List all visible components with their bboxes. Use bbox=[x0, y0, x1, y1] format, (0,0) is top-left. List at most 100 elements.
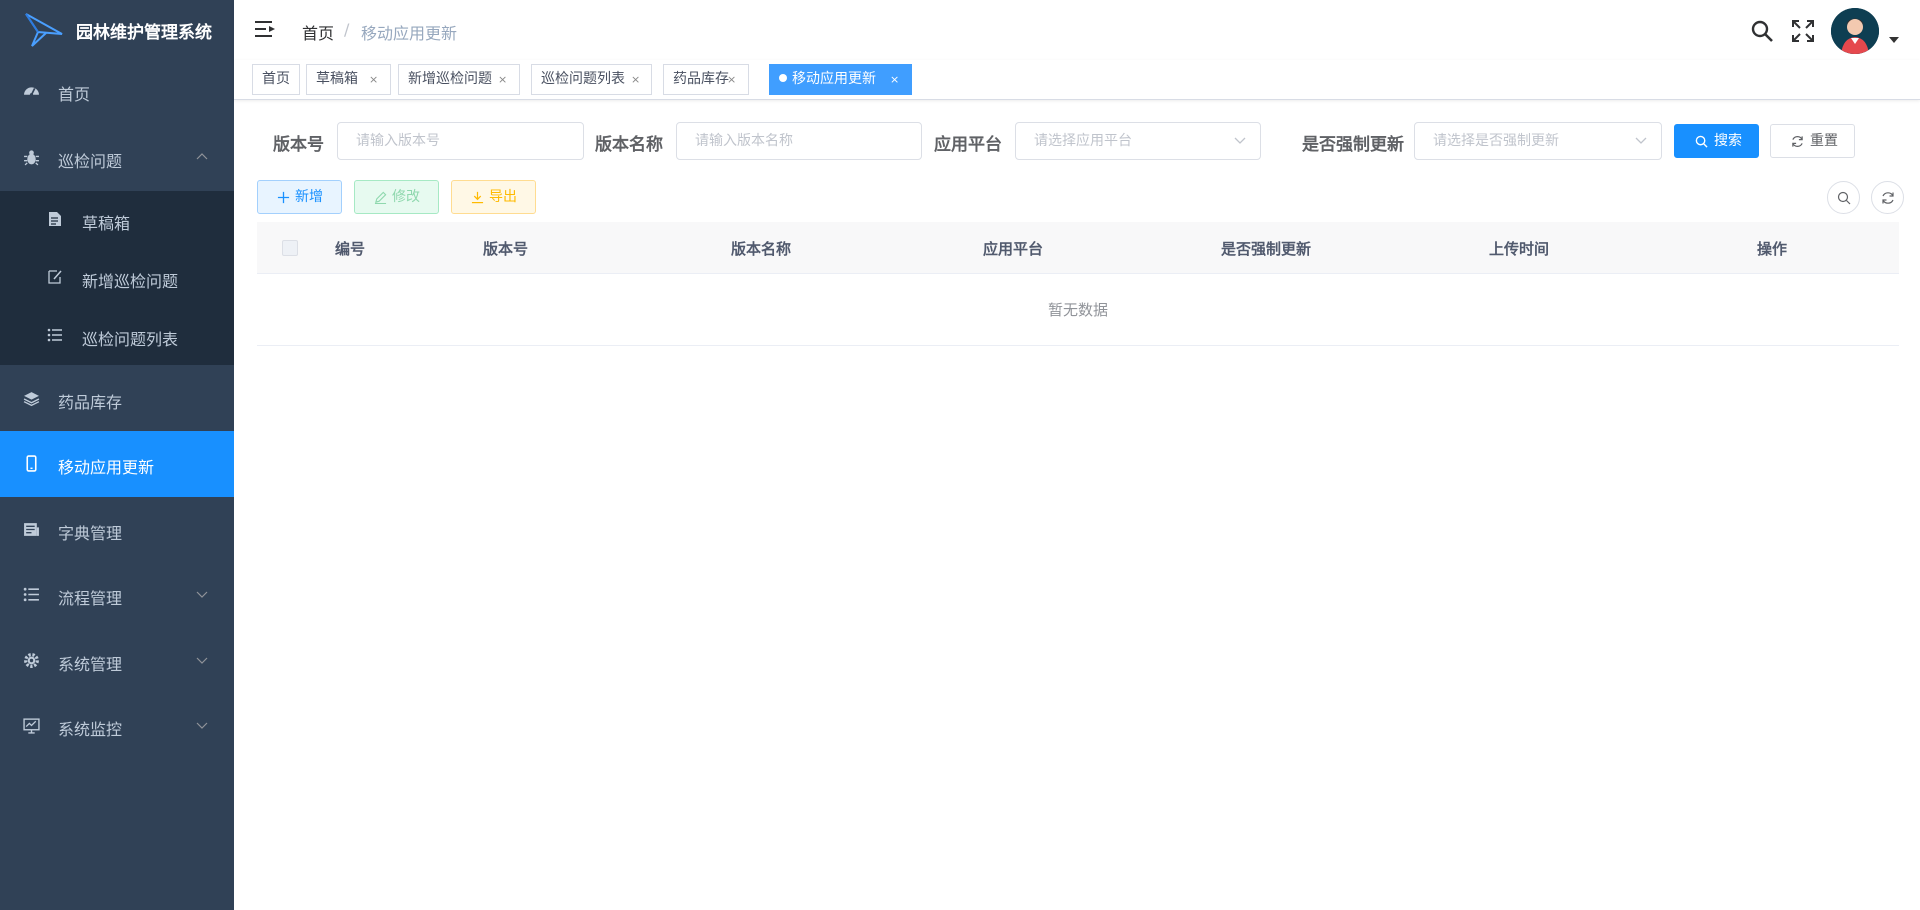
document-icon bbox=[49, 212, 61, 226]
chevron-down-icon bbox=[1234, 137, 1246, 144]
tag-label: 草稿箱 bbox=[316, 71, 358, 87]
close-icon[interactable]: × bbox=[890, 65, 899, 94]
sidebar-item-label: 流程管理 bbox=[58, 589, 123, 608]
sidebar-item-medicine-stock[interactable]: 药品库存 bbox=[0, 366, 234, 432]
input-placeholder: 请选择应用平台 bbox=[1034, 133, 1132, 149]
column-header-version-no[interactable]: 版本号 bbox=[483, 238, 528, 259]
close-icon[interactable]: × bbox=[498, 65, 507, 94]
column-header-actions[interactable]: 操作 bbox=[1757, 238, 1787, 259]
sidebar-item-drafts[interactable]: 草稿箱 bbox=[0, 191, 234, 249]
export-button-label: 导出 bbox=[489, 189, 517, 205]
chevron-down-icon bbox=[196, 591, 208, 598]
tag-label: 新增巡检问题 bbox=[408, 71, 492, 87]
sidebar-item-label: 移动应用更新 bbox=[58, 458, 155, 477]
select-all-checkbox[interactable] bbox=[282, 240, 298, 256]
version-name-input[interactable]: 请输入版本名称 bbox=[676, 122, 922, 160]
chevron-down-icon bbox=[196, 722, 208, 729]
search-icon bbox=[1695, 135, 1708, 148]
caret-down-icon[interactable] bbox=[1889, 37, 1899, 43]
input-placeholder: 请输入版本号 bbox=[356, 133, 440, 149]
download-icon bbox=[471, 191, 484, 204]
chevron-up-icon bbox=[196, 153, 208, 160]
sidebar-item-process[interactable]: 流程管理 bbox=[0, 562, 234, 628]
tag-label: 药品库存 bbox=[673, 71, 729, 87]
tag-label: 移动应用更新 bbox=[792, 71, 876, 87]
close-icon[interactable]: × bbox=[727, 65, 736, 94]
refresh-icon bbox=[1792, 136, 1803, 147]
column-header-version-name[interactable]: 版本名称 bbox=[731, 238, 791, 259]
active-dot-icon bbox=[779, 74, 787, 82]
chevron-down-icon bbox=[1635, 137, 1647, 144]
app-title: 园林维护管理系统 bbox=[76, 23, 212, 43]
sidebar-item-inspection-list[interactable]: 巡检问题列表 bbox=[0, 307, 234, 365]
phone-icon bbox=[26, 455, 37, 472]
tag-new-inspection[interactable]: 新增巡检问题 × bbox=[398, 64, 520, 95]
tag-inspection-list[interactable]: 巡检问题列表 × bbox=[531, 64, 652, 95]
search-button[interactable]: 搜索 bbox=[1674, 124, 1759, 158]
column-header-force-update[interactable]: 是否强制更新 bbox=[1221, 238, 1311, 259]
tag-home[interactable]: 首页 bbox=[252, 64, 300, 95]
refresh-table-button[interactable] bbox=[1871, 181, 1904, 214]
sidebar-item-label: 字典管理 bbox=[58, 524, 123, 543]
tag-app-update[interactable]: 移动应用更新 × bbox=[769, 64, 912, 95]
app-root: 园林维护管理系统 首页 巡检问题 草稿箱 新增巡检问题 巡检问题列表 药品库存 … bbox=[0, 0, 1920, 910]
avatar[interactable] bbox=[1831, 8, 1879, 54]
sidebar-item-home[interactable]: 首页 bbox=[0, 58, 234, 124]
close-icon[interactable]: × bbox=[369, 65, 378, 94]
tags-view: 首页 草稿箱 × 新增巡检问题 × 巡检问题列表 × 药品库存 × 移动应用更新… bbox=[234, 60, 1920, 100]
breadcrumb-separator: / bbox=[344, 20, 350, 39]
tag-drafts[interactable]: 草稿箱 × bbox=[306, 64, 391, 95]
sidebar-item-label: 药品库存 bbox=[58, 393, 123, 412]
tag-label: 巡检问题列表 bbox=[541, 71, 625, 87]
add-button[interactable]: 新增 bbox=[257, 180, 342, 214]
dictionary-icon bbox=[24, 523, 39, 536]
input-placeholder: 请输入版本名称 bbox=[695, 133, 793, 149]
edit-button[interactable]: 修改 bbox=[354, 180, 439, 214]
logo[interactable]: 园林维护管理系统 bbox=[0, 0, 234, 60]
logo-icon bbox=[25, 13, 63, 47]
breadcrumb-home[interactable]: 首页 bbox=[302, 20, 334, 44]
column-header-id[interactable]: 编号 bbox=[335, 238, 365, 259]
menu-toggle-icon[interactable] bbox=[254, 19, 276, 39]
sidebar-item-label: 巡检问题 bbox=[58, 152, 123, 171]
sidebar-item-label: 草稿箱 bbox=[82, 214, 131, 233]
platform-select[interactable]: 请选择应用平台 bbox=[1015, 122, 1261, 160]
sidebar-item-inspection[interactable]: 巡检问题 bbox=[0, 125, 234, 191]
search-button-label: 搜索 bbox=[1714, 133, 1742, 149]
list-icon bbox=[47, 328, 62, 342]
monitor-icon bbox=[23, 718, 40, 734]
search-icon[interactable] bbox=[1750, 19, 1774, 43]
sidebar-item-label: 巡检问题列表 bbox=[82, 330, 179, 349]
sidebar: 园林维护管理系统 首页 巡检问题 草稿箱 新增巡检问题 巡检问题列表 药品库存 … bbox=[0, 0, 234, 910]
force-update-label: 是否强制更新 bbox=[1302, 135, 1404, 155]
force-update-select[interactable]: 请选择是否强制更新 bbox=[1414, 122, 1662, 160]
sidebar-item-new-inspection[interactable]: 新增巡检问题 bbox=[0, 249, 234, 307]
sidebar-item-monitor[interactable]: 系统监控 bbox=[0, 693, 234, 759]
sidebar-item-system[interactable]: 系统管理 bbox=[0, 628, 234, 694]
refresh-icon bbox=[1882, 192, 1894, 204]
add-button-label: 新增 bbox=[295, 189, 323, 205]
plus-icon bbox=[277, 191, 290, 204]
export-button[interactable]: 导出 bbox=[451, 180, 536, 214]
list-icon bbox=[23, 587, 39, 602]
gear-icon bbox=[24, 653, 39, 668]
breadcrumb-current: 移动应用更新 bbox=[361, 24, 458, 43]
data-table: 编号 版本号 版本名称 应用平台 是否强制更新 上传时间 操作 暂无数据 bbox=[257, 222, 1899, 346]
submenu-inspection: 草稿箱 新增巡检问题 巡检问题列表 bbox=[0, 191, 234, 365]
column-header-platform[interactable]: 应用平台 bbox=[983, 238, 1043, 259]
tag-medicine-stock[interactable]: 药品库存 × bbox=[663, 64, 749, 95]
column-header-upload-time[interactable]: 上传时间 bbox=[1489, 238, 1549, 259]
version-no-input[interactable]: 请输入版本号 bbox=[337, 122, 584, 160]
toggle-search-button[interactable] bbox=[1827, 181, 1860, 214]
edit-icon bbox=[48, 270, 62, 284]
input-placeholder: 请选择是否强制更新 bbox=[1433, 133, 1559, 149]
chevron-down-icon bbox=[196, 657, 208, 664]
reset-button[interactable]: 重置 bbox=[1770, 124, 1855, 158]
sidebar-item-app-update[interactable]: 移动应用更新 bbox=[0, 431, 234, 497]
fullscreen-icon[interactable] bbox=[1791, 19, 1815, 43]
edit-icon bbox=[374, 191, 387, 204]
sidebar-item-label: 系统管理 bbox=[58, 655, 123, 674]
close-icon[interactable]: × bbox=[631, 65, 640, 94]
sidebar-item-dictionary[interactable]: 字典管理 bbox=[0, 497, 234, 563]
table-empty-row: 暂无数据 bbox=[257, 274, 1899, 346]
